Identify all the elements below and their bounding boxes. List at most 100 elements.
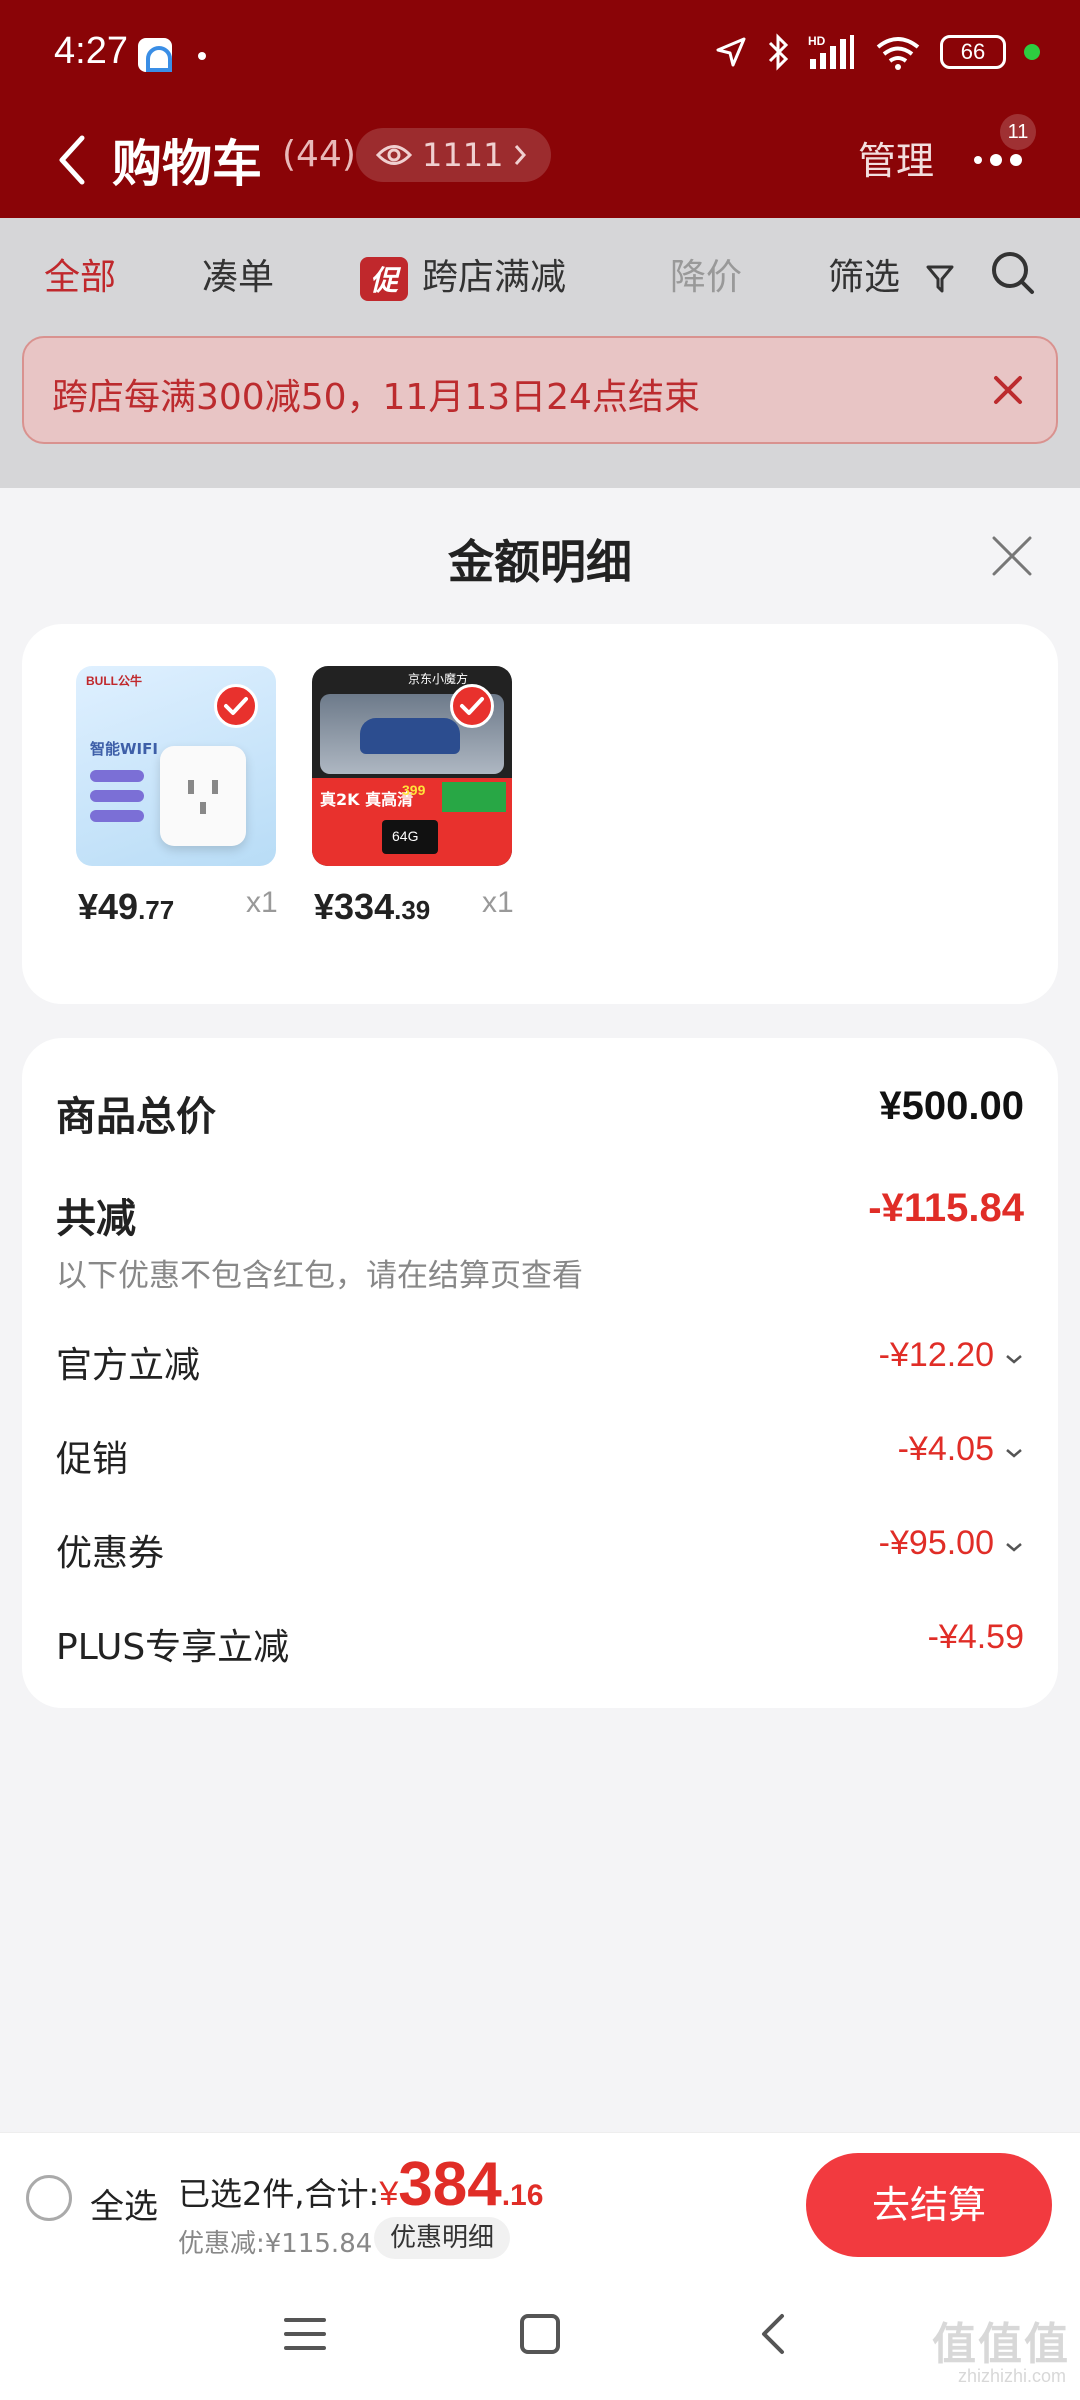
tab-cross-store[interactable]: 促跨店满减: [360, 248, 566, 301]
discount-detail-button[interactable]: 优惠明细: [374, 2217, 511, 2259]
discount-row[interactable]: 促销 -¥4.05: [56, 1430, 1024, 1490]
tab-all[interactable]: 全部: [44, 248, 116, 300]
reduce-value: -¥115.84: [868, 1186, 1024, 1230]
selected-check-icon[interactable]: [214, 684, 258, 728]
bluetooth-icon: [768, 33, 789, 71]
tab-bundle[interactable]: 凑单: [202, 248, 274, 300]
amount-detail-sheet: 金额明细 BULL公牛 智能WIFI ¥49.77 x1 京东小魔方 真2K 真…: [0, 488, 1080, 2132]
product-list: BULL公牛 智能WIFI ¥49.77 x1 京东小魔方 真2K 真高清 39…: [22, 624, 1058, 1004]
discount-value: -¥4.05: [897, 1430, 994, 1468]
signal-icon: HD: [808, 34, 854, 69]
discount-row[interactable]: 优惠券 -¥95.00: [56, 1524, 1024, 1584]
manage-button[interactable]: 管理: [858, 130, 934, 185]
tab-price-drop[interactable]: 降价: [670, 248, 742, 300]
close-icon[interactable]: [990, 372, 1026, 408]
views-pill[interactable]: 1111: [356, 128, 552, 182]
image-tag: [90, 790, 144, 802]
total-value: ¥500.00: [879, 1084, 1024, 1128]
select-all-label[interactable]: 全选: [90, 2179, 158, 2228]
product-item[interactable]: BULL公牛 智能WIFI: [76, 666, 276, 866]
checkout-bar: 全选 已选2件,合计:¥384.16 优惠减:¥115.84 优惠明细 去结算: [0, 2132, 1080, 2268]
amount-breakdown: 商品总价 ¥500.00 共减 -¥115.84 以下优惠不包含红包，请在结算页…: [22, 1038, 1058, 1708]
discount-value: -¥12.20: [878, 1336, 994, 1374]
wifi-icon: [876, 37, 920, 70]
product-price: ¥334.39: [314, 886, 554, 928]
smart-plug-graphic: [160, 746, 246, 846]
price-decimal: .39: [394, 895, 431, 925]
header: 购物车 (44) 1111 管理 11: [0, 110, 1080, 218]
promo-strip: 真2K 真高清 399 64G: [312, 778, 512, 866]
app-notification-icon: [138, 38, 172, 72]
search-icon[interactable]: [990, 250, 1036, 296]
discount-value: -¥4.59: [927, 1618, 1024, 1656]
more-badge: 11: [1000, 114, 1036, 150]
watermark-url: zhizhizhi.com: [957, 2366, 1066, 2386]
summary-total-integer: 384: [398, 2150, 502, 2219]
discount-row: PLUS专享立减 -¥4.59: [56, 1618, 1024, 1678]
discount-value: -¥95.00: [878, 1524, 994, 1562]
home-icon[interactable]: [510, 2308, 570, 2360]
image-caption: 智能WIFI: [90, 740, 158, 758]
tab-cross-store-label: 跨店满减: [422, 257, 567, 298]
banner-text: 跨店每满300减50，11月13日24点结束: [52, 377, 700, 418]
svg-text:HD: HD: [808, 34, 826, 48]
filter-tabs: 全部 凑单 促跨店满减 降价 筛选: [0, 218, 1080, 330]
image-tag: [90, 770, 144, 782]
product-qty: x1: [246, 886, 278, 919]
product-qty: x1: [482, 886, 514, 919]
image-caption: 京东小魔方: [408, 672, 469, 686]
tab-filter[interactable]: 筛选: [828, 248, 955, 300]
price-integer: ¥49: [78, 886, 139, 927]
background-overlay: 全部 凑单 促跨店满减 降价 筛选 跨店每满300减50，11月13日24点结束: [0, 218, 1080, 488]
product-item[interactable]: 京东小魔方 真2K 真高清 399 64G: [312, 666, 512, 866]
image-line-1: 真2K 真高清: [320, 790, 414, 809]
chevron-down-icon[interactable]: [1004, 1352, 1024, 1366]
discount-label: 官方立减: [56, 1345, 201, 1386]
reduce-row: 共减 -¥115.84 以下优惠不包含红包，请在结算页查看: [56, 1186, 1024, 1306]
select-all-radio[interactable]: [26, 2175, 72, 2221]
back-nav-icon[interactable]: [744, 2308, 804, 2360]
total-row: 商品总价 ¥500.00: [56, 1084, 1024, 1144]
discount-label: 优惠券: [56, 1533, 165, 1574]
summary-line: 已选2件,合计:¥384.16: [178, 2149, 543, 2220]
green-badge: [442, 782, 506, 812]
checkout-button[interactable]: 去结算: [806, 2153, 1052, 2257]
image-price: 399: [402, 782, 426, 798]
price-decimal: .77: [138, 895, 175, 925]
back-icon[interactable]: [52, 130, 92, 190]
summary-yen: ¥: [379, 2175, 399, 2213]
product-price: ¥49.77: [78, 886, 318, 928]
reduce-label: 共减: [56, 1196, 136, 1242]
tab-filter-label: 筛选: [828, 257, 901, 298]
image-brand: BULL公牛: [86, 674, 142, 688]
price-integer: ¥334: [314, 886, 395, 927]
discount-row[interactable]: 官方立减 -¥12.20: [56, 1336, 1024, 1396]
image-tag: [90, 810, 144, 822]
battery-icon: 66: [940, 35, 1006, 69]
views-count: 1111: [422, 136, 504, 174]
privacy-indicator-icon: [1024, 44, 1040, 60]
total-label: 商品总价: [56, 1094, 216, 1140]
sheet-title: 金额明细: [448, 535, 632, 589]
summary-prefix: 已选2件,合计:: [178, 2175, 380, 2213]
eye-icon: [376, 145, 412, 165]
top-bar: 4:27 HD 66 购物车 (44) 1111 管理 11: [0, 0, 1080, 218]
sd-card-label: 64G: [392, 828, 419, 844]
summary-total-decimal: .16: [501, 2179, 544, 2212]
discount-label: PLUS专享立减: [56, 1627, 290, 1668]
status-time: 4:27: [54, 30, 128, 72]
chevron-down-icon[interactable]: [1004, 1446, 1024, 1460]
promo-tag: 促: [360, 257, 409, 301]
location-icon: [716, 37, 746, 67]
close-icon[interactable]: [990, 534, 1034, 578]
product-image: 京东小魔方 真2K 真高清 399 64G: [312, 666, 512, 866]
status-icons: HD 66: [714, 30, 1040, 74]
discount-total: 优惠减:¥115.84: [178, 2229, 373, 2259]
page-title: 购物车: [112, 135, 262, 193]
selected-check-icon[interactable]: [450, 684, 494, 728]
filter-icon: [926, 265, 954, 293]
menu-icon[interactable]: [276, 2308, 336, 2360]
promo-banner: 跨店每满300减50，11月13日24点结束: [22, 336, 1058, 444]
chevron-down-icon[interactable]: [1004, 1540, 1024, 1554]
reduce-note: 以下优惠不包含红包，请在结算页查看: [56, 1258, 583, 1294]
